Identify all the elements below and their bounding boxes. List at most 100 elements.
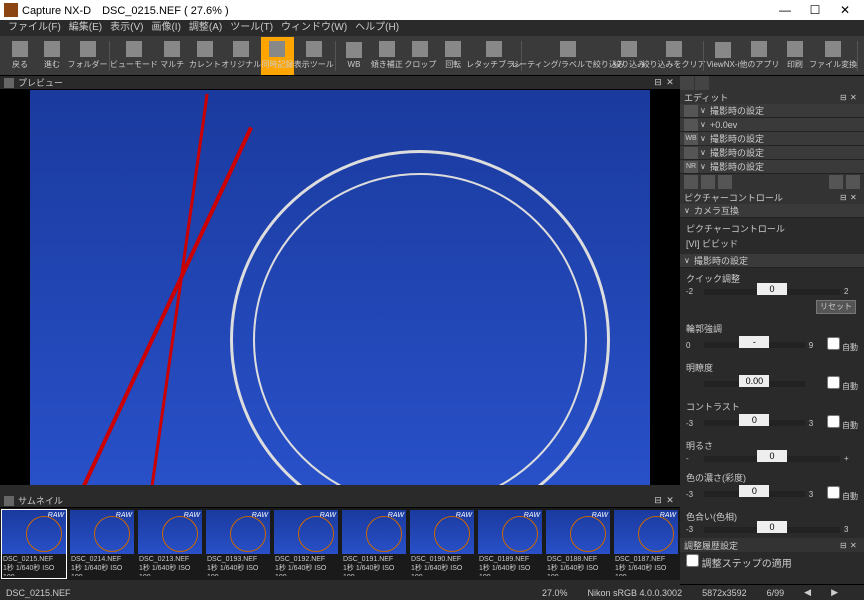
rotate-button[interactable]: 回転 [437,37,469,75]
next-icon[interactable]: ▶ [831,587,838,598]
menu-item[interactable]: ウィンドウ(W) [277,20,351,36]
panel-pin-icon[interactable]: ⊟ [652,495,664,506]
slider-label: 色の濃さ(彩度) [686,471,858,484]
wb-button-icon [346,42,362,58]
auto-checkbox[interactable]: 自動 [827,337,858,353]
edit-row[interactable]: ∨+0.0ev [680,118,864,132]
camera-compat-row[interactable]: ∨カメラ互換 [680,204,864,218]
preview-icon [4,78,14,88]
menu-item[interactable]: ツール(T) [226,20,277,36]
preview-scrollbar[interactable] [0,485,680,494]
straighten-button-icon [379,41,395,57]
pin-icon[interactable]: ⊟ [840,193,850,202]
menu-item[interactable]: 画像(I) [147,20,184,36]
menu-item[interactable]: 表示(V) [106,20,147,36]
close-icon[interactable]: ✕ [850,541,860,550]
displaytool-button[interactable]: 表示ツール [294,37,333,75]
slider-label: 輪郭強調 [686,322,858,335]
slider[interactable]: 0 [704,491,805,497]
panel-close-icon[interactable]: ✕ [664,77,676,88]
multi-button[interactable]: マルチ [156,37,188,75]
back-button-icon [12,41,28,57]
menu-item[interactable]: ヘルプ(H) [351,20,403,36]
panel-pin-icon[interactable]: ⊟ [652,77,664,88]
status-zoom: 27.0% [542,588,568,598]
maximize-button[interactable]: ☐ [800,3,830,17]
minimize-button[interactable]: — [770,3,800,17]
pencil-icon[interactable] [680,76,694,90]
slider[interactable]: 0 [704,527,840,533]
print-button[interactable]: 印刷 [779,37,811,75]
auto-checkbox[interactable]: 自動 [827,486,858,502]
viewnx-button[interactable]: ViewNX-i [706,37,740,75]
original-button[interactable]: オリジナル [222,37,261,75]
thumbnail-scrollbar[interactable] [0,580,680,590]
slider[interactable]: - [704,342,805,348]
thumbnail-header: サムネイル ⊟ ✕ [0,494,680,508]
edit-actions [680,174,864,190]
auto-checkbox[interactable]: 自動 [827,415,858,431]
edit-panel: エディット ⊟ ✕ ∨撮影時の設定∨+0.0evWB∨撮影時の設定∨撮影時の設定… [680,76,864,584]
clear-filter[interactable]: 絞り込みをクリア [646,37,701,75]
edit-row[interactable]: ∨撮影時の設定 [680,146,864,160]
thumbnail-item[interactable]: RAWDSC_0213.NEF1秒 1/640秒 ISO 100 [138,510,202,578]
menu-item[interactable]: ファイル(F) [4,20,65,36]
preview-label: プレビュー [18,76,652,89]
viewmode-button[interactable]: ビューモード [112,37,156,75]
prev-icon[interactable]: ◀ [804,587,811,598]
forward-button[interactable]: 進む [36,37,68,75]
thumbnail-item[interactable]: RAWDSC_0215.NEF1秒 1/640秒 ISO 100 [2,510,66,578]
slider[interactable]: 0 [704,420,805,426]
wb-button[interactable]: WB [338,37,370,75]
record-button-icon [269,41,285,57]
back-button[interactable]: 戻る [4,37,36,75]
page-icon[interactable] [695,76,709,90]
edit-row[interactable]: NR∨撮影時の設定 [680,160,864,174]
thumbnail-item[interactable]: RAWDSC_0193.NEF1秒 1/640秒 ISO 100 [206,510,270,578]
close-icon[interactable]: ✕ [850,93,860,102]
slider[interactable]: 0.00 [704,381,805,387]
slider-label: コントラスト [686,400,858,413]
current-button[interactable]: カレント [188,37,222,75]
reset-button[interactable]: リセット [816,300,856,314]
undo-icon[interactable] [829,175,843,189]
thumbnail-item[interactable]: RAWDSC_0188.NEF1秒 1/640秒 ISO 100 [546,510,610,578]
action-icon[interactable] [701,175,715,189]
thumbnail-item[interactable]: RAWDSC_0190.NEF1秒 1/640秒 ISO 100 [410,510,474,578]
pin-icon[interactable]: ⊟ [840,541,850,550]
history-apply-checkbox[interactable]: 調整ステップの適用 [686,559,792,570]
menu-item[interactable]: 調整(A) [185,20,226,36]
thumbnail-item[interactable]: RAWDSC_0189.NEF1秒 1/640秒 ISO 100 [478,510,542,578]
thumbnail-item[interactable]: RAWDSC_0187.NEF1秒 1/640秒 ISO 100 [614,510,678,578]
displaytool-button-icon [306,41,322,57]
folder-button[interactable]: フォルダー [68,37,107,75]
auto-checkbox[interactable]: 自動 [827,376,858,392]
pin-icon[interactable]: ⊟ [840,93,850,102]
action-icon[interactable] [684,175,698,189]
thumbnail-label: サムネイル [18,494,652,507]
menu-item[interactable]: 編集(E) [65,20,106,36]
quick-slider[interactable]: 0 [704,289,840,295]
record-button[interactable]: 同時記録 [261,37,295,75]
close-icon[interactable]: ✕ [850,193,860,202]
action-icon[interactable] [718,175,732,189]
crop-button[interactable]: クロップ [404,37,438,75]
thumbnail-strip[interactable]: RAWDSC_0215.NEF1秒 1/640秒 ISO 100RAWDSC_0… [0,508,680,580]
menu-icon[interactable] [846,175,860,189]
convert-button[interactable]: ファイル変換 [811,37,855,75]
edit-row[interactable]: ∨撮影時の設定 [680,104,864,118]
slider[interactable]: 0 [704,456,840,462]
preview-area[interactable] [0,90,680,485]
close-button[interactable]: ✕ [830,3,860,17]
app-title: Capture NX-D [22,5,91,17]
rating-filter[interactable]: レーティング/ラベルで絞り込み [524,37,613,75]
thumbnail-item[interactable]: RAWDSC_0191.NEF1秒 1/640秒 ISO 100 [342,510,406,578]
edit-row[interactable]: WB∨撮影時の設定 [680,132,864,146]
thumbnail-item[interactable]: RAWDSC_0214.NEF1秒 1/640秒 ISO 100 [70,510,134,578]
thumbnail-item[interactable]: RAWDSC_0192.NEF1秒 1/640秒 ISO 100 [274,510,338,578]
panel-close-icon[interactable]: ✕ [664,495,676,506]
shooting-row[interactable]: ∨撮影時の設定 [680,254,864,268]
straighten-button[interactable]: 傾き補正 [370,37,404,75]
otherapp-button[interactable]: 他のアプリ [740,37,779,75]
toolbar: 戻る進むフォルダービューモードマルチカレントオリジナル同時記録表示ツールWB傾き… [0,36,864,76]
